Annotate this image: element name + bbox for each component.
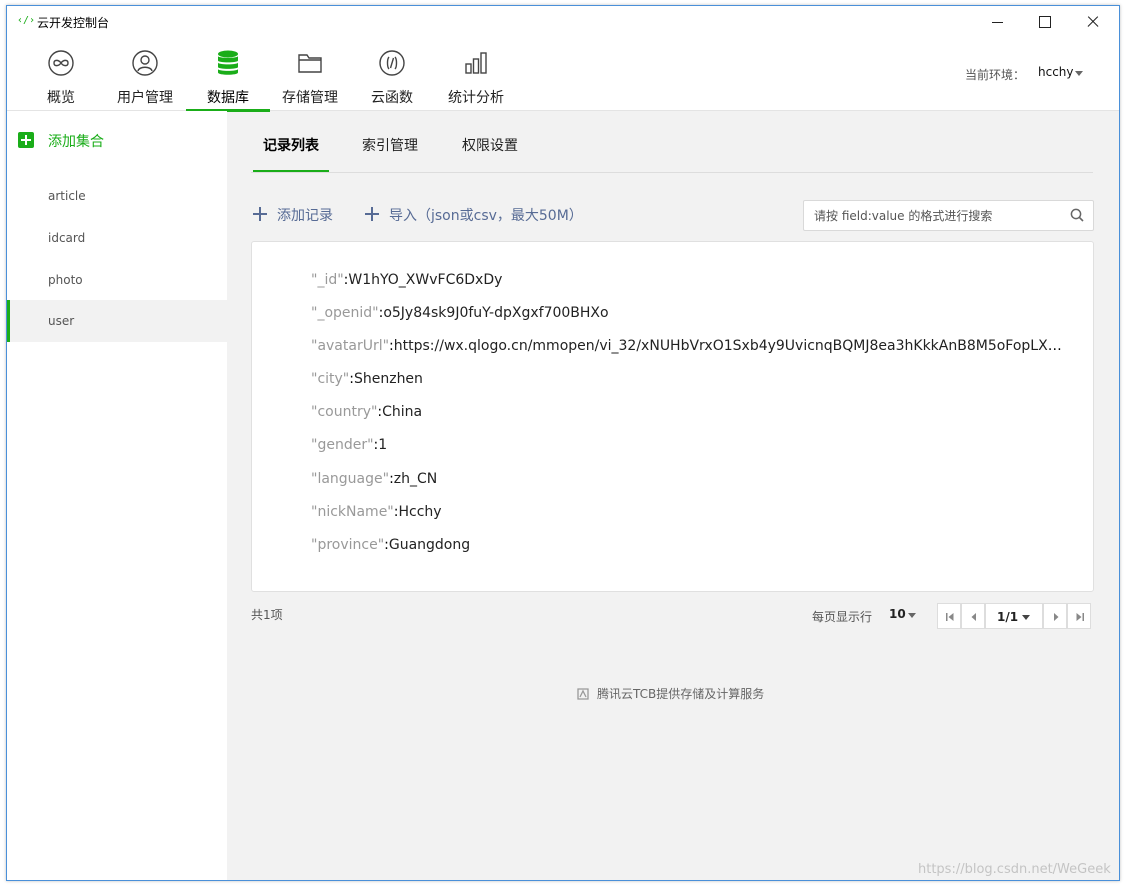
prev-page-button[interactable] [961,603,985,629]
chevron-right-icon [1054,613,1059,621]
chevron-down-icon[interactable] [908,613,916,618]
plus-icon [365,207,379,221]
record-field: "nickName":Hcchy [311,504,442,520]
nav-tab-label: 统计分析 [448,90,504,106]
record-field: "language":zh_CN [311,471,438,487]
user-icon [132,50,158,76]
search-box [803,200,1094,231]
top-nav: 概览 用户管理 数据库 存储管理 云函数 统计分析 当前环境： hcchy [7,38,1119,112]
record-tabs: 记录列表 索引管理 权限设置 [251,111,1093,173]
nav-tab-label: 存储管理 [282,90,338,106]
record-field: "country":China [311,404,423,420]
environment-label: 当前环境： [965,68,1026,82]
next-page-button[interactable] [1043,603,1067,629]
main-panel: 记录列表 索引管理 权限设置 添加记录 导入（json或csv，最大50M） "… [227,111,1119,880]
chart-icon [465,52,487,74]
per-page-select[interactable]: 10 [889,607,906,621]
collection-item-photo[interactable]: photo [7,259,227,301]
nav-tab-label: 云函数 [371,90,413,106]
search-input[interactable] [804,201,1059,230]
import-label: 导入（json或csv，最大50M） [389,208,583,224]
tab-permission-settings[interactable]: 权限设置 [462,135,518,155]
first-page-icon [946,613,954,621]
nav-tab-label: 用户管理 [117,90,173,106]
first-page-button[interactable] [937,603,961,629]
record-field: "_openid":o5Jy84sk9J0fuY-dpXgxf700BHXo [311,305,609,321]
page-indicator: 1/1 [997,610,1019,624]
collection-label: idcard [48,231,86,245]
chevron-down-icon[interactable] [1075,71,1083,76]
plus-icon [253,207,267,221]
last-page-icon [1076,613,1084,621]
per-page-label: 每页显示行 [812,610,873,624]
collection-item-user[interactable]: user [7,300,227,342]
collection-label: article [48,189,86,203]
record-field: "city":Shenzhen [311,371,423,387]
tencent-cloud-icon [577,688,589,700]
nav-tab-users[interactable]: 用户管理 [110,38,180,111]
nav-tab-overview[interactable]: 概览 [31,38,91,111]
database-icon [218,50,238,75]
nav-tab-database[interactable]: 数据库 [186,38,270,112]
record-card[interactable]: "_id":W1hYO_XWvFC6DxDy "_openid":o5Jy84s… [251,241,1094,592]
close-button[interactable] [1083,12,1103,32]
nav-tab-label: 数据库 [207,90,249,106]
window-title: 云开发控制台 [37,16,110,30]
total-count: 共1项 [251,608,283,622]
last-page-button[interactable] [1067,603,1091,629]
title-bar: ‹/› 云开发控制台 [7,6,1119,38]
tab-record-list[interactable]: 记录列表 [253,135,329,172]
collection-sidebar: 添加集合 article idcard photo user [7,111,227,880]
collection-label: user [48,314,75,328]
app-logo-icon: ‹/› [17,15,36,26]
folder-icon [298,54,322,73]
collection-item-article[interactable]: article [7,175,227,217]
environment-selector[interactable]: hcchy [1038,65,1074,79]
chevron-left-icon [971,613,976,621]
minimize-button[interactable] [987,12,1007,32]
cloud-function-icon [379,50,405,76]
record-field: "_id":W1hYO_XWvFC6DxDy [311,272,503,288]
chevron-down-icon [1022,615,1030,620]
app-window: ‹/› 云开发控制台 概览 用户管理 数据库 存储管理 云函数 统计分析 当前环… [6,5,1120,881]
nav-tab-storage[interactable]: 存储管理 [277,38,343,111]
collection-item-idcard[interactable]: idcard [7,217,227,259]
nav-tab-label: 概览 [47,90,75,106]
nav-tab-analytics[interactable]: 统计分析 [443,38,509,111]
search-icon[interactable] [1070,208,1084,222]
overview-icon [48,50,74,76]
nav-tab-cloud-functions[interactable]: 云函数 [364,38,420,111]
maximize-button[interactable] [1035,12,1055,32]
footer-text: 腾讯云TCB提供存储及计算服务 [597,687,765,701]
tab-index-management[interactable]: 索引管理 [362,135,418,155]
record-field: "province":Guangdong [311,537,471,553]
add-record-label: 添加记录 [277,208,333,224]
add-collection-label: 添加集合 [48,134,104,150]
record-field: "avatarUrl":https://wx.qlogo.cn/mmopen/v… [311,338,1063,354]
plus-icon [18,132,34,148]
record-field: "gender":1 [311,437,388,453]
page-select[interactable]: 1/1 [985,603,1043,629]
watermark: https://blog.csdn.net/WeGeek [918,862,1111,877]
collection-label: photo [48,273,83,287]
